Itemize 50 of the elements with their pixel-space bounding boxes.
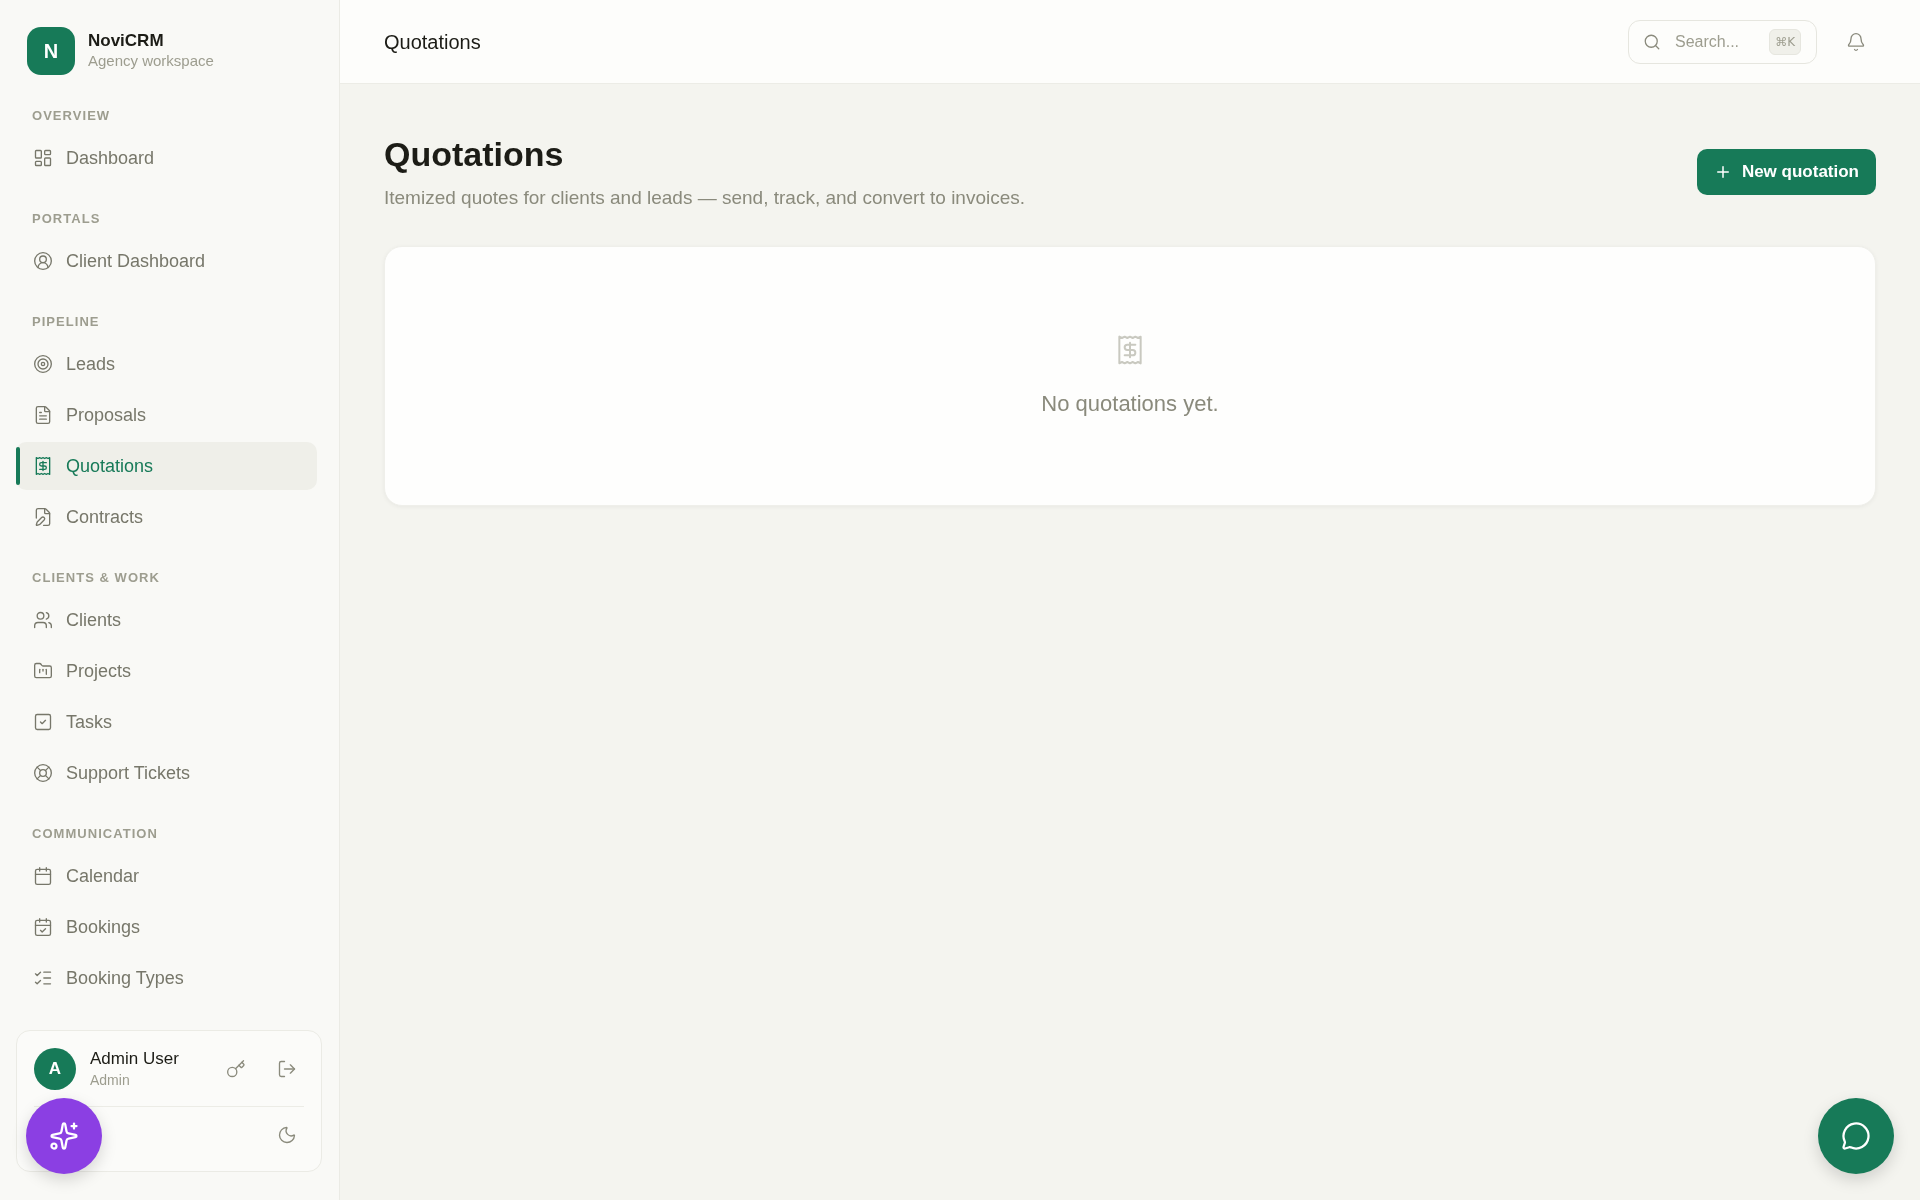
section-heading: COMMUNICATION	[32, 826, 158, 842]
user-name: Admin User	[90, 1048, 179, 1070]
section-heading: OVERVIEW	[32, 108, 111, 124]
nav-item[interactable]: Proposals	[16, 391, 317, 439]
app-name: NoviCRM	[88, 31, 165, 51]
sparkles-icon	[49, 1121, 79, 1151]
nav-item[interactable]: Booking Types	[16, 954, 317, 1002]
receipt-icon	[33, 456, 53, 476]
key-icon[interactable]	[226, 1059, 246, 1079]
shortcut-hint: ⌘K	[1769, 28, 1801, 55]
logo-mark: N	[27, 27, 75, 75]
lifebuoy-icon	[33, 763, 53, 783]
user-role: Admin	[90, 1071, 131, 1090]
nav-item[interactable]: Dashboard	[16, 134, 317, 182]
chat-bubble-icon	[1841, 1121, 1871, 1151]
section-heading: CLIENTS & WORK	[32, 570, 160, 586]
section-heading: PORTALS	[32, 211, 101, 227]
section-heading: PIPELINE	[32, 314, 100, 330]
topbar-title: Quotations	[384, 29, 481, 55]
nav-item[interactable]: Leads	[16, 340, 317, 388]
nav-item[interactable]: Bookings	[16, 903, 317, 951]
checklist-icon	[33, 968, 53, 988]
nav-item[interactable]: Projects	[16, 647, 317, 695]
search-icon	[1643, 32, 1661, 51]
calendar-check-icon	[33, 917, 53, 937]
user-avatar: A	[34, 1048, 76, 1090]
checkbox-icon	[33, 712, 53, 732]
empty-message: No quotations yet.	[1041, 390, 1219, 418]
folder-icon	[33, 661, 53, 681]
calendar-icon	[33, 866, 53, 886]
document-pen-icon	[33, 507, 53, 527]
bell-icon[interactable]	[1846, 31, 1866, 52]
dashboard-grid-icon	[33, 148, 53, 168]
logout-icon[interactable]	[277, 1059, 297, 1079]
nav-item[interactable]: Quotations	[16, 442, 317, 490]
nav-item[interactable]: Tasks	[16, 698, 317, 746]
nav-item[interactable]: Calendar	[16, 852, 317, 900]
page-title: Quotations	[384, 134, 564, 174]
user-circle-icon	[33, 251, 53, 271]
new-quotation-button[interactable]: New quotation	[1696, 149, 1876, 195]
moon-icon[interactable]	[277, 1125, 297, 1145]
nav-item[interactable]: Clients	[16, 596, 317, 644]
document-icon	[33, 405, 53, 425]
nav-item[interactable]: Contracts	[16, 493, 317, 541]
nav-item[interactable]: Client Dashboard	[16, 237, 317, 285]
nav-item[interactable]: Support Tickets	[16, 749, 317, 797]
page-subtitle: Itemized quotes for clients and leads — send, track, and convert to invoices.	[384, 186, 1026, 210]
target-icon	[33, 354, 53, 374]
users-icon	[33, 610, 53, 630]
workspace-label: Agency workspace	[88, 51, 214, 71]
